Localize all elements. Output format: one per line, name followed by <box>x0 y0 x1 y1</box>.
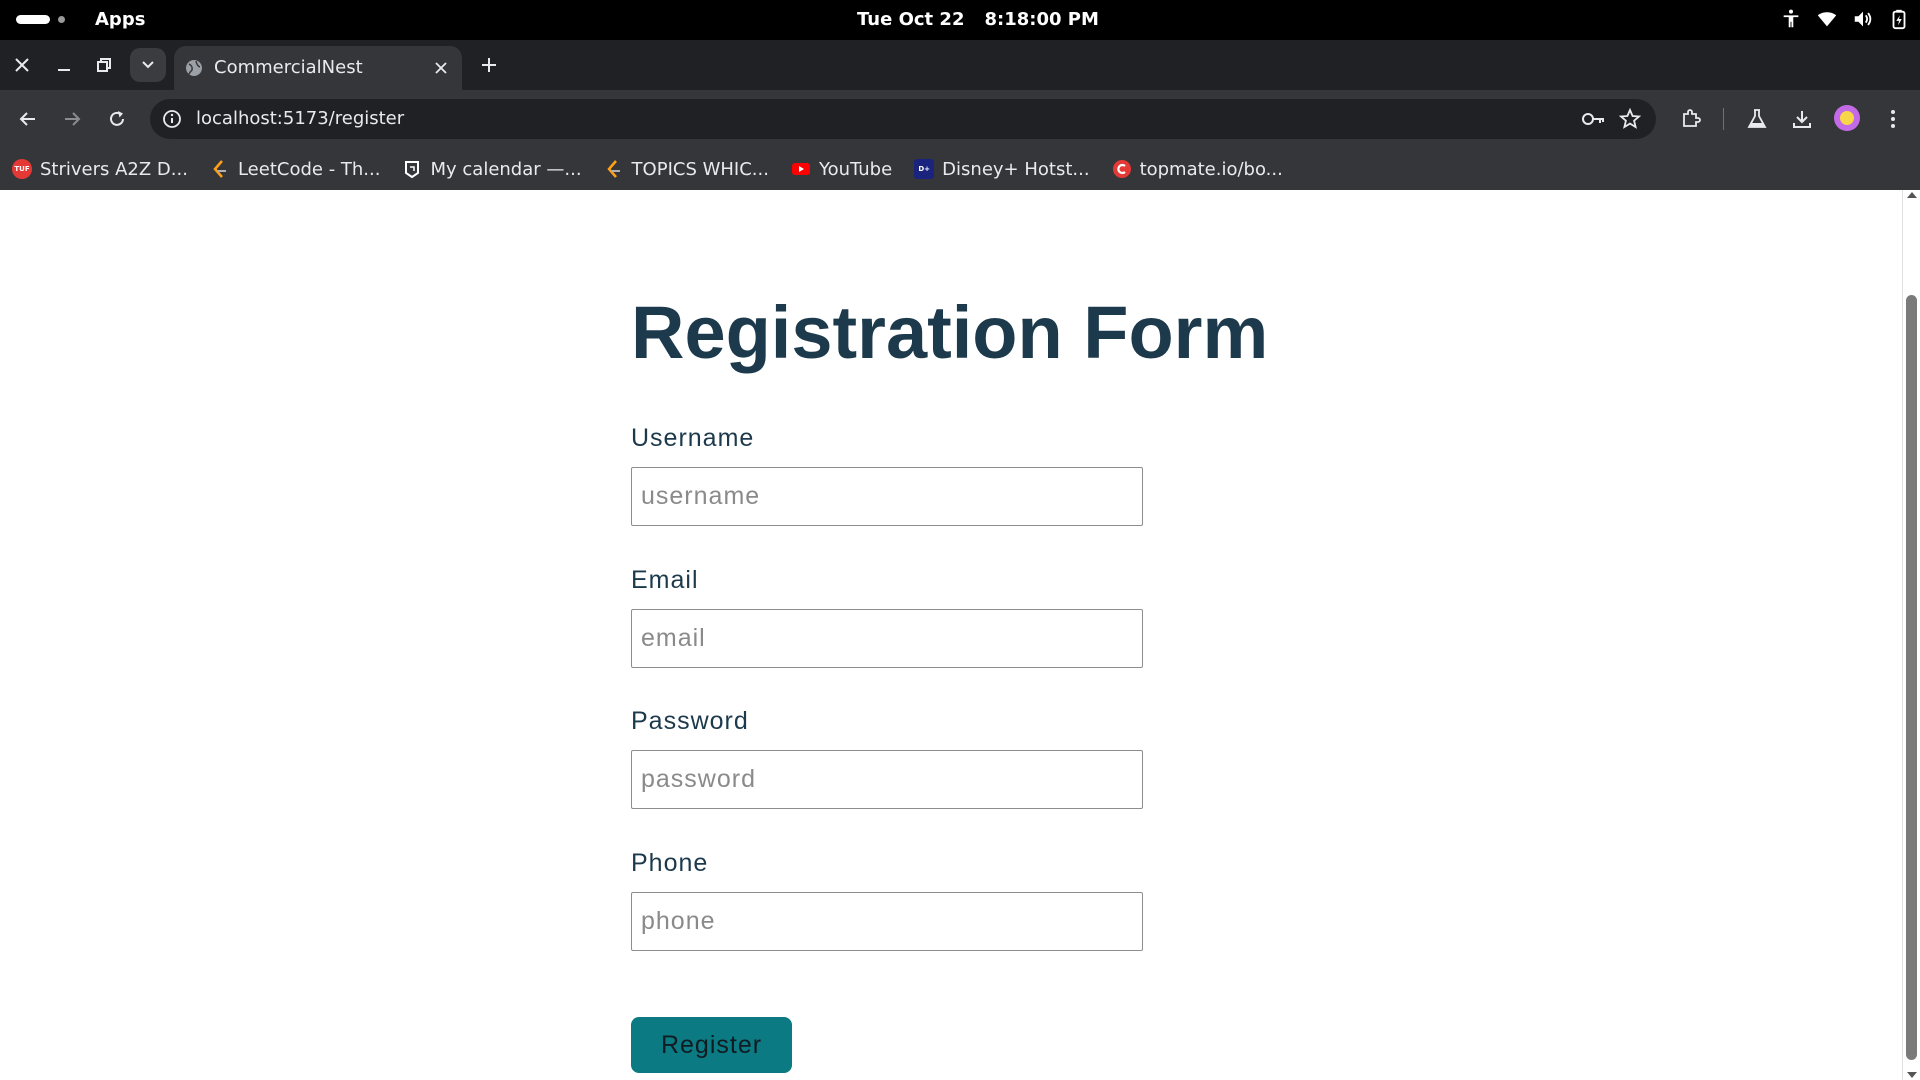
window-minimize-button[interactable] <box>47 48 81 82</box>
url-text: localhost:5173/register <box>196 108 405 129</box>
bookmark-topmate[interactable]: topmate.io/bo... <box>1112 159 1283 180</box>
accessibility-icon[interactable] <box>1780 8 1802 30</box>
site-info-icon[interactable] <box>160 107 184 131</box>
phone-label: Phone <box>631 849 709 877</box>
clock-time: 8:18:00 PM <box>984 9 1099 30</box>
minimize-icon <box>58 69 70 71</box>
phone-input[interactable] <box>631 892 1143 951</box>
chrome-menu-button[interactable] <box>1878 104 1908 134</box>
bookmark-label: Strivers A2Z D... <box>40 158 188 180</box>
bookmark-disney-hotstar[interactable]: D+ Disney+ Hotst... <box>914 158 1090 180</box>
window-close-button[interactable] <box>5 48 39 82</box>
password-group: Password <box>631 707 1143 809</box>
reload-icon <box>110 111 124 126</box>
topmate-icon <box>1112 160 1131 178</box>
back-button[interactable] <box>13 104 43 134</box>
page-viewport: Registration Form Username Email Passwor… <box>0 190 1902 1080</box>
tab-commercialnest[interactable]: CommercialNest <box>174 46 462 90</box>
tab-title: CommercialNest <box>214 57 363 78</box>
globe-icon <box>186 60 202 76</box>
clock-date: Tue Oct 22 <box>857 9 965 30</box>
browser-toolbar: localhost:5173/register <box>0 90 1920 148</box>
bookmarks-bar: TUF Strivers A2Z D... LeetCode - Th... M… <box>0 148 1920 190</box>
page-title: Registration Form <box>631 291 1269 374</box>
password-label: Password <box>631 707 749 735</box>
system-tray[interactable] <box>1780 8 1910 30</box>
bookmark-label: LeetCode - Th... <box>237 158 381 180</box>
leetcode-icon <box>213 160 226 178</box>
bookmark-label: Disney+ Hotst... <box>942 158 1090 180</box>
leetcode-icon <box>606 160 620 178</box>
password-key-icon[interactable] <box>1580 107 1606 131</box>
username-label: Username <box>631 424 755 452</box>
bookmark-label: YouTube <box>818 158 893 180</box>
plus-icon <box>482 58 496 72</box>
calendar-icon <box>405 161 420 179</box>
email-label: Email <box>631 566 699 594</box>
register-button[interactable]: Register <box>631 1017 792 1073</box>
scroll-up-arrow[interactable] <box>1907 192 1917 198</box>
bookmark-youtube[interactable]: YouTube <box>791 159 892 180</box>
extensions-button[interactable] <box>1676 104 1706 134</box>
username-input[interactable] <box>631 467 1143 526</box>
battery-icon[interactable] <box>1888 8 1910 30</box>
bookmark-label: My calendar —... <box>430 158 582 180</box>
bookmark-strivers[interactable]: TUF Strivers A2Z D... <box>12 159 188 180</box>
bookmark-leetcode[interactable]: LeetCode - Th... <box>210 158 381 180</box>
workspace-active-pill <box>16 15 50 24</box>
address-bar[interactable]: localhost:5173/register <box>150 99 1656 139</box>
bookmark-topics[interactable]: TOPICS WHIC... <box>604 159 769 180</box>
new-tab-button[interactable] <box>474 50 504 80</box>
close-icon <box>15 58 29 72</box>
flask-icon <box>1747 109 1767 128</box>
arrow-left-icon <box>19 112 35 126</box>
tab-search-button[interactable] <box>130 48 166 82</box>
email-input[interactable] <box>631 609 1143 668</box>
password-input[interactable] <box>631 750 1143 809</box>
labs-button[interactable] <box>1742 104 1772 134</box>
scrollbar-thumb[interactable] <box>1906 295 1917 1060</box>
scroll-down-arrow[interactable] <box>1907 1072 1917 1078</box>
close-icon <box>435 62 447 74</box>
profile-avatar[interactable] <box>1834 105 1860 131</box>
system-top-bar: Apps Tue Oct 22 8:18:00 PM <box>0 0 1920 40</box>
bookmark-label: TOPICS WHIC... <box>631 158 769 180</box>
tab-strip: CommercialNest <box>0 40 1920 90</box>
workspace-dot <box>58 16 65 23</box>
username-group: Username <box>631 424 1143 526</box>
download-icon <box>1793 111 1811 128</box>
registration-form: Registration Form Username Email Passwor… <box>631 290 1269 951</box>
email-group: Email <box>631 566 1143 668</box>
page-scrollbar[interactable] <box>1902 190 1920 1080</box>
more-vertical-icon <box>1891 110 1895 128</box>
toolbar-separator <box>1723 108 1724 130</box>
window-restore-button[interactable] <box>87 48 121 82</box>
arrow-right-icon <box>65 112 81 126</box>
wifi-icon[interactable] <box>1816 8 1838 30</box>
hotstar-icon: D+ <box>914 159 935 179</box>
clock[interactable]: Tue Oct 22 8:18:00 PM <box>857 9 1099 30</box>
youtube-icon <box>791 163 810 175</box>
bookmark-label: topmate.io/bo... <box>1139 158 1283 180</box>
bookmark-my-calendar[interactable]: My calendar —... <box>402 158 582 180</box>
tab-close-button[interactable] <box>430 57 452 79</box>
activities-indicator[interactable] <box>16 15 65 24</box>
restore-icon <box>97 58 111 72</box>
downloads-button[interactable] <box>1787 104 1817 134</box>
volume-icon[interactable] <box>1852 8 1874 30</box>
reload-button[interactable] <box>102 104 132 134</box>
puzzle-icon <box>1683 109 1701 127</box>
star-icon[interactable] <box>1618 107 1642 131</box>
phone-group: Phone <box>631 849 1143 951</box>
tuf-icon: TUF <box>12 159 32 179</box>
apps-menu[interactable]: Apps <box>95 9 145 30</box>
avatar-face <box>1840 111 1854 125</box>
chevron-down-icon <box>142 61 154 69</box>
forward-button[interactable] <box>57 104 87 134</box>
